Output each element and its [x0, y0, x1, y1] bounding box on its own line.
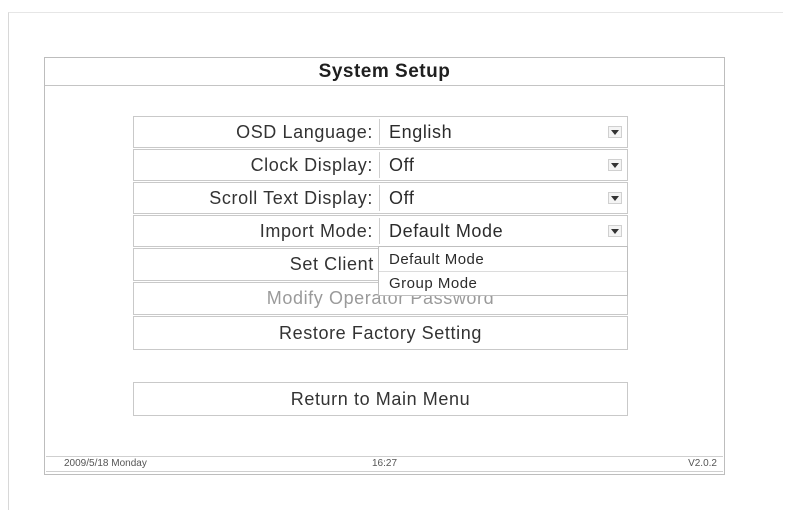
system-setup-panel: System Setup OSD Language: English Clock…	[44, 57, 725, 475]
dropdown-option-group-mode[interactable]: Group Mode	[379, 271, 627, 295]
import-mode-value: Default Mode	[389, 220, 504, 241]
dropdown-option-default-mode[interactable]: Default Mode	[379, 247, 627, 271]
import-mode-dropdown-list: Default Mode Group Mode	[378, 246, 628, 296]
return-to-main-menu-button[interactable]: Return to Main Menu	[133, 382, 628, 416]
chevron-down-icon[interactable]	[608, 159, 622, 171]
scroll-text-display-row: Scroll Text Display: Off	[133, 182, 628, 214]
clock-display-select[interactable]: Off	[379, 152, 625, 178]
import-mode-label: Import Mode:	[259, 220, 373, 241]
chevron-down-icon[interactable]	[608, 192, 622, 204]
clock-display-value: Off	[389, 154, 415, 175]
chevron-down-icon[interactable]	[608, 126, 622, 138]
scroll-text-display-value: Off	[389, 187, 415, 208]
osd-language-value: English	[389, 121, 453, 142]
osd-language-row: OSD Language: English	[133, 116, 628, 148]
status-date: 2009/5/18 Monday	[64, 458, 147, 469]
scroll-text-display-label: Scroll Text Display:	[209, 187, 373, 208]
status-bar: 2009/5/18 Monday 16:27 V2.0.2	[46, 456, 723, 472]
import-mode-row: Import Mode: Default Mode	[133, 215, 628, 247]
status-time: 16:27	[372, 458, 398, 469]
status-version: V2.0.2	[688, 458, 717, 469]
import-mode-select[interactable]: Default Mode	[379, 218, 625, 244]
osd-language-label: OSD Language:	[236, 121, 373, 142]
chevron-down-icon[interactable]	[608, 225, 622, 237]
scroll-text-display-select[interactable]: Off	[379, 185, 625, 211]
restore-factory-setting-button[interactable]: Restore Factory Setting	[133, 316, 628, 350]
clock-display-label: Clock Display:	[250, 154, 373, 175]
page-title: System Setup	[45, 58, 724, 86]
osd-language-select[interactable]: English	[379, 119, 625, 145]
clock-display-row: Clock Display: Off	[133, 149, 628, 181]
